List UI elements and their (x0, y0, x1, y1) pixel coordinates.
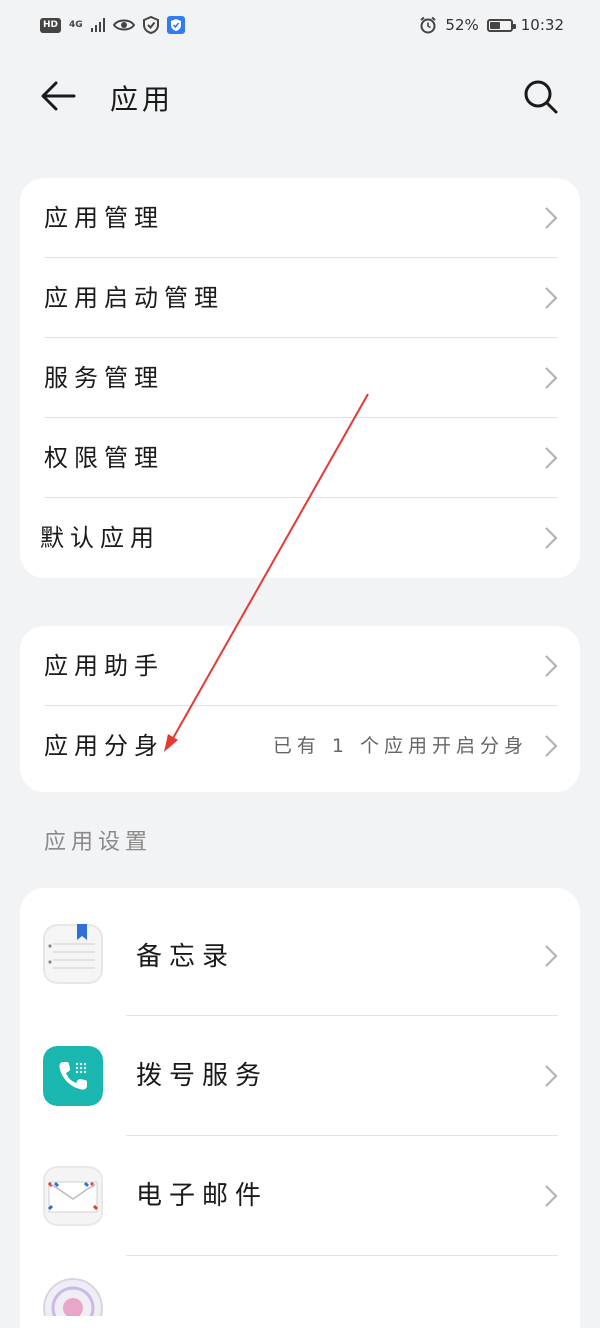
battery-icon (486, 18, 516, 32)
settings-group-1: 应用管理 应用启动管理 服务管理 权限管理 默认应用 (20, 178, 580, 578)
status-left-icons: HD 4G (40, 14, 186, 36)
clock: 10:32 (520, 16, 564, 34)
chevron-right-icon (545, 735, 558, 757)
hd-icon: HD (40, 17, 62, 33)
battery-percent: 52% (445, 16, 479, 34)
menu-item-label: 默认应用 (40, 524, 160, 552)
phone-icon (43, 1046, 103, 1106)
section-title-app-settings: 应用设置 (44, 830, 153, 855)
status-bar: HD 4G 52% 10:32 (0, 0, 600, 50)
app-item-partial[interactable] (20, 1256, 580, 1316)
chevron-right-icon (545, 207, 558, 229)
menu-item-app-assistant[interactable]: 应用助手 (20, 626, 580, 706)
app-icon (43, 1278, 103, 1316)
status-right-icons: 52% 10:32 (419, 14, 564, 36)
menu-item-label: 服务管理 (44, 364, 164, 392)
app-twin-status: 已有 1 个应用开启分身 (272, 735, 528, 757)
menu-item-label: 应用管理 (44, 204, 164, 232)
alarm-icon (420, 16, 437, 34)
chevron-right-icon (545, 655, 558, 677)
search-icon[interactable] (520, 76, 560, 116)
chevron-right-icon (545, 1185, 558, 1207)
eye-icon (113, 19, 136, 31)
back-arrow-icon[interactable] (38, 76, 78, 116)
chevron-right-icon (545, 447, 558, 469)
app-item-email[interactable]: 电子邮件 (20, 1136, 580, 1256)
menu-item-app-twin[interactable]: 应用分身 已有 1 个应用开启分身 (20, 706, 580, 786)
menu-item-app-launch-management[interactable]: 应用启动管理 (20, 258, 580, 338)
mail-icon (43, 1166, 103, 1226)
vpn-shield-icon (167, 16, 186, 34)
chevron-right-icon (545, 367, 558, 389)
network-type-label: 4G (69, 19, 83, 30)
app-item-label: 电子邮件 (136, 1181, 269, 1211)
menu-item-label: 应用启动管理 (44, 284, 224, 312)
chevron-right-icon (545, 945, 558, 967)
app-bar: 应用 (0, 60, 600, 132)
menu-item-label: 应用助手 (44, 652, 164, 680)
app-item-dialer-service[interactable]: 拨号服务 (20, 1016, 580, 1136)
app-item-notepad[interactable]: 备忘录 (20, 888, 580, 1016)
menu-item-service-management[interactable]: 服务管理 (20, 338, 580, 418)
shield-check-icon (143, 16, 160, 34)
menu-item-label: 应用分身 (44, 732, 164, 760)
menu-item-permission-management[interactable]: 权限管理 (20, 418, 580, 498)
menu-item-label: 权限管理 (44, 444, 164, 472)
notepad-icon (43, 924, 103, 984)
chevron-right-icon (545, 287, 558, 309)
menu-item-app-management[interactable]: 应用管理 (20, 178, 580, 258)
page-title: 应用 (110, 83, 175, 116)
app-item-label: 备忘录 (136, 942, 236, 972)
chevron-right-icon (545, 1065, 558, 1087)
app-settings-list: 备忘录 拨号服务 电子邮件 (20, 888, 580, 1328)
settings-group-2: 应用助手 应用分身 已有 1 个应用开启分身 (20, 626, 580, 792)
app-item-label: 拨号服务 (136, 1061, 269, 1091)
menu-item-default-apps[interactable]: 默认应用 (20, 498, 580, 578)
signal-icon (90, 18, 106, 32)
chevron-right-icon (545, 527, 558, 549)
